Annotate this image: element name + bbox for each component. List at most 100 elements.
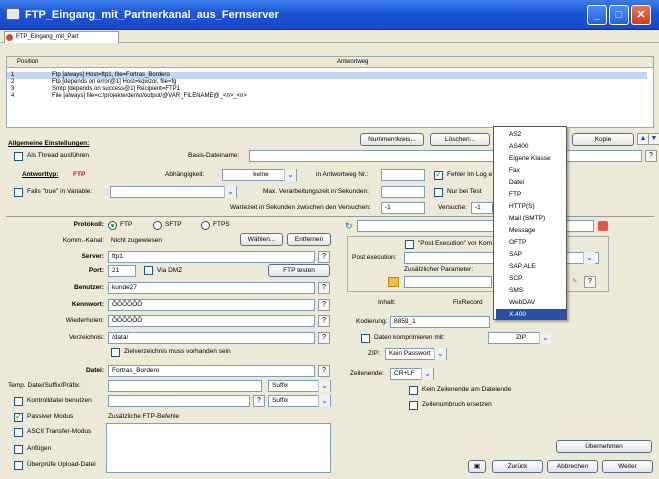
ftps-radio[interactable] xyxy=(201,221,210,230)
nur-test-checkbox[interactable] xyxy=(434,188,443,197)
zusatz-param-input[interactable] xyxy=(404,276,492,288)
thread-checkbox[interactable] xyxy=(14,152,23,161)
menu-item[interactable]: WebDAV xyxy=(496,297,566,308)
falls-true-label: Falls "true" in Variable: xyxy=(27,188,93,195)
max-zeit-label: Max. Verarbeitungszeit in Sekunden: xyxy=(263,188,369,195)
help-icon[interactable]: ? xyxy=(318,315,330,327)
delete-icon[interactable] xyxy=(598,221,608,231)
menu-item[interactable]: AS2 xyxy=(496,129,566,140)
menu-item[interactable]: HTTP(S) xyxy=(496,201,566,212)
falls-true-checkbox[interactable] xyxy=(14,188,23,197)
temp-datei-label: Temp. Datei/Suffix/Präfix: xyxy=(8,382,81,389)
chevron-down-icon[interactable]: ⌄ xyxy=(318,380,330,392)
kontrolldatei-input[interactable] xyxy=(108,395,250,407)
table-row[interactable]: 2 Ftp [depends on error@1] Host=kqwzor, f… xyxy=(7,79,647,86)
menu-item[interactable]: Mail (SMTP) xyxy=(496,213,566,224)
basis-help-button[interactable]: ? xyxy=(645,150,657,162)
folder-icon[interactable] xyxy=(388,277,399,287)
antwortweg-nr-input[interactable] xyxy=(381,169,425,181)
kennwort-input[interactable]: ÕÕÕÕÕÕ xyxy=(108,299,315,311)
help-icon[interactable]: ? xyxy=(253,395,265,407)
maximize-button[interactable]: □ xyxy=(609,5,629,25)
menu-item[interactable]: Fax xyxy=(496,165,566,176)
passiv-checkbox[interactable] xyxy=(14,411,23,422)
server-input[interactable]: ftp1 xyxy=(108,251,315,263)
nur-test-label: Nur bei Test xyxy=(447,188,482,195)
wiederholen-input[interactable]: ÕÕÕÕÕÕ xyxy=(108,315,315,327)
help-icon[interactable]: ? xyxy=(318,365,330,377)
basis-input[interactable] xyxy=(249,150,642,162)
versuche-input[interactable]: -1 xyxy=(471,202,493,214)
help-icon[interactable]: ? xyxy=(584,276,596,288)
help-icon[interactable]: ? xyxy=(318,251,330,263)
menu-item[interactable]: OFTP xyxy=(496,237,566,248)
datei-label: Datei: xyxy=(85,367,104,374)
chevron-down-icon[interactable]: ⌄ xyxy=(284,169,296,181)
verzeichnis-input[interactable]: /data/ xyxy=(108,332,315,344)
table-row[interactable]: 3 Smtp [depends on success@1] Recipient=F… xyxy=(7,86,647,93)
refresh-icon[interactable]: ↻ xyxy=(345,221,353,231)
chevron-down-icon[interactable]: ⌄ xyxy=(421,368,433,380)
kontrolldatei-checkbox[interactable] xyxy=(14,397,23,406)
table-row[interactable]: 1 Ftp [always] Host=ftp1, file=Fortras_Bo… xyxy=(7,72,647,79)
minimize-button[interactable]: _ xyxy=(587,5,607,25)
zusatz-befehle-textarea[interactable] xyxy=(106,423,331,473)
save-icon[interactable]: ▣ xyxy=(468,460,486,473)
abbrechen-button[interactable]: Abbrechen xyxy=(547,460,598,473)
menu-item[interactable]: FTP xyxy=(496,189,566,200)
move-down-icon[interactable]: ▼ xyxy=(648,133,659,145)
fehler-log-checkbox[interactable] xyxy=(434,169,443,180)
ftp-testen-button[interactable]: FTP testen xyxy=(268,264,330,277)
chevron-down-icon[interactable]: ⌄ xyxy=(539,332,551,344)
wartezeit-input[interactable]: -1 xyxy=(381,202,425,214)
ftp-radio[interactable] xyxy=(108,221,117,230)
kopie-button[interactable]: Kopie xyxy=(572,133,634,146)
wand-icon[interactable]: ✎ xyxy=(572,277,577,287)
port-input[interactable]: 21 xyxy=(108,265,136,277)
port-label: Port: xyxy=(88,267,104,274)
via-dmz-checkbox[interactable] xyxy=(144,266,153,275)
menu-item[interactable]: X.400 xyxy=(496,309,566,320)
help-icon[interactable]: ? xyxy=(318,332,330,344)
menu-item[interactable]: SAP xyxy=(496,249,566,260)
menu-item[interactable]: Message xyxy=(496,225,566,236)
datei-input[interactable]: Fortras_Bordero xyxy=(108,365,315,377)
kodierung-input[interactable]: 8859_1 xyxy=(390,316,490,328)
help-icon[interactable]: ? xyxy=(318,299,330,311)
ueberpruefe-checkbox[interactable] xyxy=(14,461,23,470)
menu-item[interactable]: SAP ALE xyxy=(496,261,566,272)
chevron-down-icon[interactable]: ⌄ xyxy=(224,186,236,198)
table-row[interactable]: 4 File [always] file=c:/projekte/demo/out… xyxy=(7,93,647,100)
menu-item[interactable]: Datei xyxy=(496,177,566,188)
help-icon[interactable]: ? xyxy=(318,282,330,294)
post-exec-checkbox[interactable] xyxy=(405,240,414,249)
max-zeit-input[interactable] xyxy=(381,186,425,198)
tab-ftp-eingang[interactable]: FTP_Eingang_mit_Part xyxy=(4,31,119,43)
wartezeit-label: Wartezeit in Sekunden zwischen den Versu… xyxy=(230,204,371,211)
chevron-down-icon[interactable]: ⌄ xyxy=(434,348,446,360)
chevron-down-icon[interactable]: ⌄ xyxy=(583,252,595,264)
zurueck-button[interactable]: Zurück xyxy=(492,460,543,473)
chevron-down-icon[interactable]: ⌄ xyxy=(318,395,330,407)
menu-item[interactable]: SCP xyxy=(496,273,566,284)
menu-item[interactable]: Eigene Klasse xyxy=(496,153,566,164)
komprimieren-checkbox[interactable] xyxy=(361,334,370,343)
sftp-radio[interactable] xyxy=(153,221,162,230)
kein-zeilenende-checkbox[interactable] xyxy=(409,386,418,395)
benutzer-input[interactable]: kunde27 xyxy=(108,282,315,294)
ascii-checkbox[interactable] xyxy=(14,428,23,437)
waehlen-button[interactable]: Wählen... xyxy=(240,233,283,246)
temp-datei-input[interactable] xyxy=(108,380,262,392)
close-button[interactable]: ✕ xyxy=(631,5,651,25)
menu-item[interactable]: AS400 xyxy=(496,141,566,152)
weiter-button[interactable]: Weiter xyxy=(602,460,653,473)
entfernen-button[interactable]: Entfernen xyxy=(287,233,331,246)
zeilenumbruch-checkbox[interactable] xyxy=(409,401,418,410)
uebernehmen-button[interactable]: Übernehmen xyxy=(556,440,652,453)
menu-item[interactable]: SMS xyxy=(496,285,566,296)
zielverz-checkbox[interactable] xyxy=(111,348,120,357)
nummernkreis-button[interactable]: Nummernkreis... xyxy=(360,133,424,146)
variable-select[interactable] xyxy=(110,186,237,198)
anfuegen-checkbox[interactable] xyxy=(14,445,23,454)
loeschen-button[interactable]: Löschen... xyxy=(430,133,490,146)
